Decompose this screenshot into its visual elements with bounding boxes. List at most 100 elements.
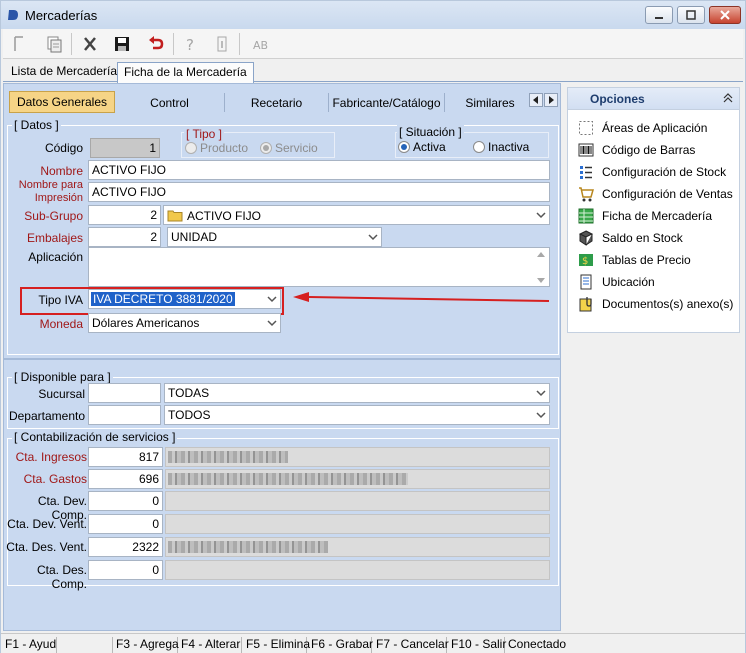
tab-recetario[interactable]: Recetario	[225, 93, 329, 112]
tipo-producto-radio[interactable]	[185, 142, 197, 154]
price-table-icon: $	[579, 254, 593, 267]
departamento-label: Departamento	[8, 409, 85, 423]
moneda-select[interactable]: Dólares Americanos	[88, 313, 281, 333]
info-button[interactable]	[209, 32, 235, 56]
subgrupo-label: Sub-Grupo	[24, 209, 83, 223]
aplicacion-label: Aplicación	[28, 250, 83, 264]
opcion-label: Saldo en Stock	[602, 231, 683, 245]
status-f5-eliminar[interactable]: F5 - Elimina	[244, 637, 310, 653]
departamento-code-field[interactable]	[88, 405, 161, 425]
status-f3-agregar[interactable]: F3 - Agrega	[114, 637, 179, 653]
sucursal-code-field[interactable]	[88, 383, 161, 403]
delete-button[interactable]	[77, 32, 103, 56]
close-button[interactable]	[709, 6, 741, 24]
opcion-label: Configuración de Stock	[602, 165, 727, 179]
embalajes-select[interactable]: UNIDAD	[167, 227, 382, 247]
nombre-label: Nombre	[40, 164, 83, 178]
cta-des-comp-desc	[165, 560, 550, 580]
tipo-iva-highlight	[20, 287, 284, 315]
outer-tabs: Lista de Mercaderías Ficha de la Mercade…	[3, 60, 743, 83]
tab-lista-mercaderias[interactable]: Lista de Mercaderías	[5, 62, 129, 82]
nombre-impresion-field[interactable]: ACTIVO FIJO	[88, 182, 550, 202]
annotation-arrow-icon	[293, 292, 550, 302]
codigo-field[interactable]: 1	[90, 138, 160, 158]
help-button[interactable]: ?	[177, 32, 203, 56]
cta-ingresos-label: Cta. Ingresos	[15, 450, 87, 464]
save-button[interactable]	[109, 32, 135, 56]
minimize-icon	[655, 17, 663, 19]
status-f10-salir[interactable]: F10 - Salir	[449, 637, 506, 653]
situacion-activa-radio[interactable]	[398, 141, 410, 153]
save-icon	[115, 37, 129, 51]
opciones-panel: Opciones Áreas de Aplicación Código de B…	[567, 87, 740, 333]
status-conectado: Conectado	[508, 637, 567, 651]
tab-scroll-right[interactable]	[544, 93, 558, 107]
chevron-down-icon	[536, 412, 546, 419]
cta-des-vent-desc	[165, 537, 550, 557]
new-button[interactable]	[7, 32, 33, 56]
departamento-select[interactable]: TODOS	[164, 405, 550, 425]
tab-ficha-mercaderia[interactable]: Ficha de la Mercadería	[117, 62, 254, 83]
new-icon	[14, 36, 23, 51]
collapse-icon[interactable]	[723, 93, 733, 103]
tab-datos-generales[interactable]: Datos Generales	[9, 91, 115, 113]
close-icon	[720, 10, 730, 20]
cta-des-vent-field[interactable]: 2322	[88, 537, 163, 557]
opcion-label: Áreas de Aplicación	[602, 121, 708, 135]
status-f7-cancelar[interactable]: F7 - Cancelar	[374, 637, 449, 653]
aplicacion-field[interactable]	[88, 247, 550, 287]
cta-ingresos-desc	[165, 447, 550, 467]
opciones-title: Opciones	[590, 92, 645, 106]
toolbar: ? AB	[3, 29, 743, 59]
chevron-down-icon	[368, 234, 378, 241]
tab-control[interactable]: Control	[115, 93, 225, 112]
opcion-label: Tablas de Precio	[602, 253, 691, 267]
tipo-servicio-label: Servicio	[275, 141, 318, 155]
minimize-button[interactable]	[645, 6, 673, 24]
situacion-group-title: [ Situación ]	[397, 125, 464, 139]
tab-scroll-left[interactable]	[529, 93, 543, 107]
chevron-down-icon	[536, 212, 546, 219]
chevron-right-icon	[549, 96, 554, 104]
cta-des-comp-field[interactable]: 0	[88, 560, 163, 580]
cta-gastos-field[interactable]: 696	[88, 469, 163, 489]
spellcheck-button[interactable]: AB	[249, 32, 275, 56]
status-f4-alterar[interactable]: F4 - Alterar	[179, 637, 242, 653]
cta-ingresos-field[interactable]: 817	[88, 447, 163, 467]
toolbar-separator	[71, 33, 72, 55]
sucursal-select[interactable]: TODAS	[164, 383, 550, 403]
cta-gastos-desc	[165, 469, 550, 489]
location-icon	[580, 274, 592, 290]
copy-icon	[47, 36, 62, 53]
toolbar-separator	[173, 33, 174, 55]
disponible-group-title: [ Disponible para ]	[12, 370, 113, 384]
stock-list-icon	[580, 166, 592, 179]
svg-text:$: $	[582, 256, 588, 267]
nombre-field[interactable]: ACTIVO FIJO	[88, 160, 550, 180]
cta-dev-comp-desc	[165, 491, 550, 511]
tipo-servicio-radio[interactable]	[260, 142, 272, 154]
status-f6-grabar[interactable]: F6 - Grabar	[309, 637, 373, 653]
undo-button[interactable]	[143, 32, 169, 56]
tab-fabricante[interactable]: Fabricante/Catálogo	[329, 93, 445, 112]
embalajes-code-field[interactable]: 2	[88, 227, 161, 247]
tab-similares[interactable]: Similares	[445, 93, 535, 112]
subgrupo-select[interactable]: ACTIVO FIJO	[163, 205, 550, 225]
maximize-button[interactable]	[677, 6, 705, 24]
undo-icon	[149, 36, 164, 50]
sucursal-value: TODAS	[168, 386, 210, 400]
cta-dev-vent-field[interactable]: 0	[88, 514, 163, 534]
barcode-icon	[578, 143, 594, 157]
redacted-text	[168, 541, 328, 553]
situacion-inactiva-radio[interactable]	[473, 141, 485, 153]
aplicacion-scrollbar[interactable]	[534, 249, 548, 287]
subgrupo-code-field[interactable]: 2	[88, 205, 161, 225]
cta-dev-comp-field[interactable]: 0	[88, 491, 163, 511]
title-bar: Mercaderías	[1, 1, 745, 29]
copy-button[interactable]	[41, 32, 67, 56]
opcion-label: Ubicación	[602, 275, 655, 289]
situacion-activa-label: Activa	[413, 140, 446, 154]
status-f1-ayuda[interactable]: F1 - Ayud	[3, 637, 57, 653]
attachment-icon	[579, 297, 592, 312]
folder-icon	[167, 210, 183, 222]
